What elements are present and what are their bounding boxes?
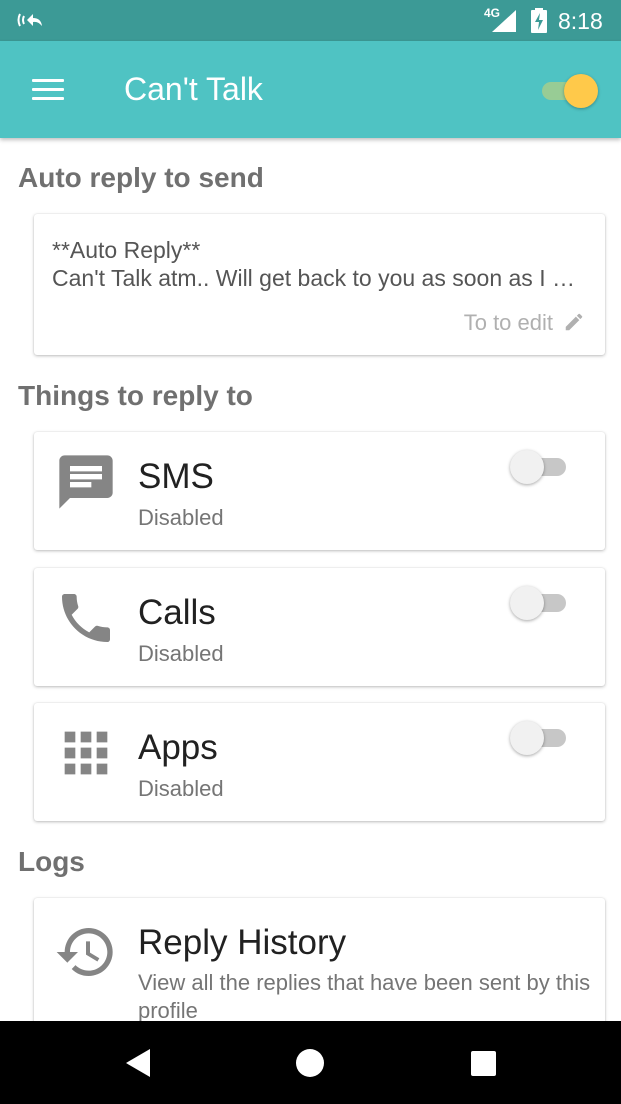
auto-reply-heading: **Auto Reply** [52,237,201,263]
page-title: Can't Talk [124,71,263,107]
auto-reply-message: Can't Talk atm.. Will get back to you as… [52,265,575,291]
calls-toggle[interactable] [510,586,570,620]
apps-grid-icon [64,731,108,775]
reply-history-title: Reply History [138,923,347,962]
home-icon[interactable] [290,1043,330,1083]
section-title-logs: Logs [18,846,85,877]
reply-history-subtitle: View all the replies that have been sent… [138,970,591,1023]
apps-toggle[interactable] [510,721,570,755]
battery-charging-icon [531,8,547,33]
apps-toggle-thumb [510,721,544,755]
calls-toggle-thumb [510,586,544,620]
sms-toggle-thumb [510,450,544,484]
master-toggle[interactable] [542,74,600,108]
back-icon[interactable] [118,1043,158,1083]
sms-status: Disabled [138,505,224,530]
clock: 8:18 [558,8,603,34]
sms-card[interactable]: SMS Disabled [34,432,605,550]
message-icon [59,455,113,509]
calls-card[interactable]: Calls Disabled [34,568,605,686]
menu-icon[interactable] [32,79,66,101]
section-title-things: Things to reply to [18,380,253,411]
auto-reply-card[interactable]: **Auto Reply** Can't Talk atm.. Will get… [34,214,605,355]
section-title-auto-reply: Auto reply to send [18,162,264,193]
calls-status: Disabled [138,641,224,666]
calls-title: Calls [138,593,216,632]
history-icon [56,928,113,976]
phone-icon [62,594,110,642]
apps-title: Apps [138,728,218,767]
call-forwarding-icon [17,13,42,27]
status-bar: 4G 8:18 [0,0,621,41]
master-toggle-thumb [564,74,598,108]
apps-card[interactable]: Apps Disabled [34,703,605,821]
reply-history-card[interactable]: Reply History View all the replies that … [34,898,605,1028]
apps-status: Disabled [138,776,224,801]
recents-icon[interactable] [463,1043,503,1083]
sms-toggle[interactable] [510,450,570,484]
pencil-icon[interactable] [563,311,585,333]
edit-hint: To to edit [463,310,553,335]
signal-icon [492,10,516,32]
app-bar: Can't Talk [0,41,621,138]
navigation-bar [0,1021,621,1104]
sms-title: SMS [138,457,214,496]
